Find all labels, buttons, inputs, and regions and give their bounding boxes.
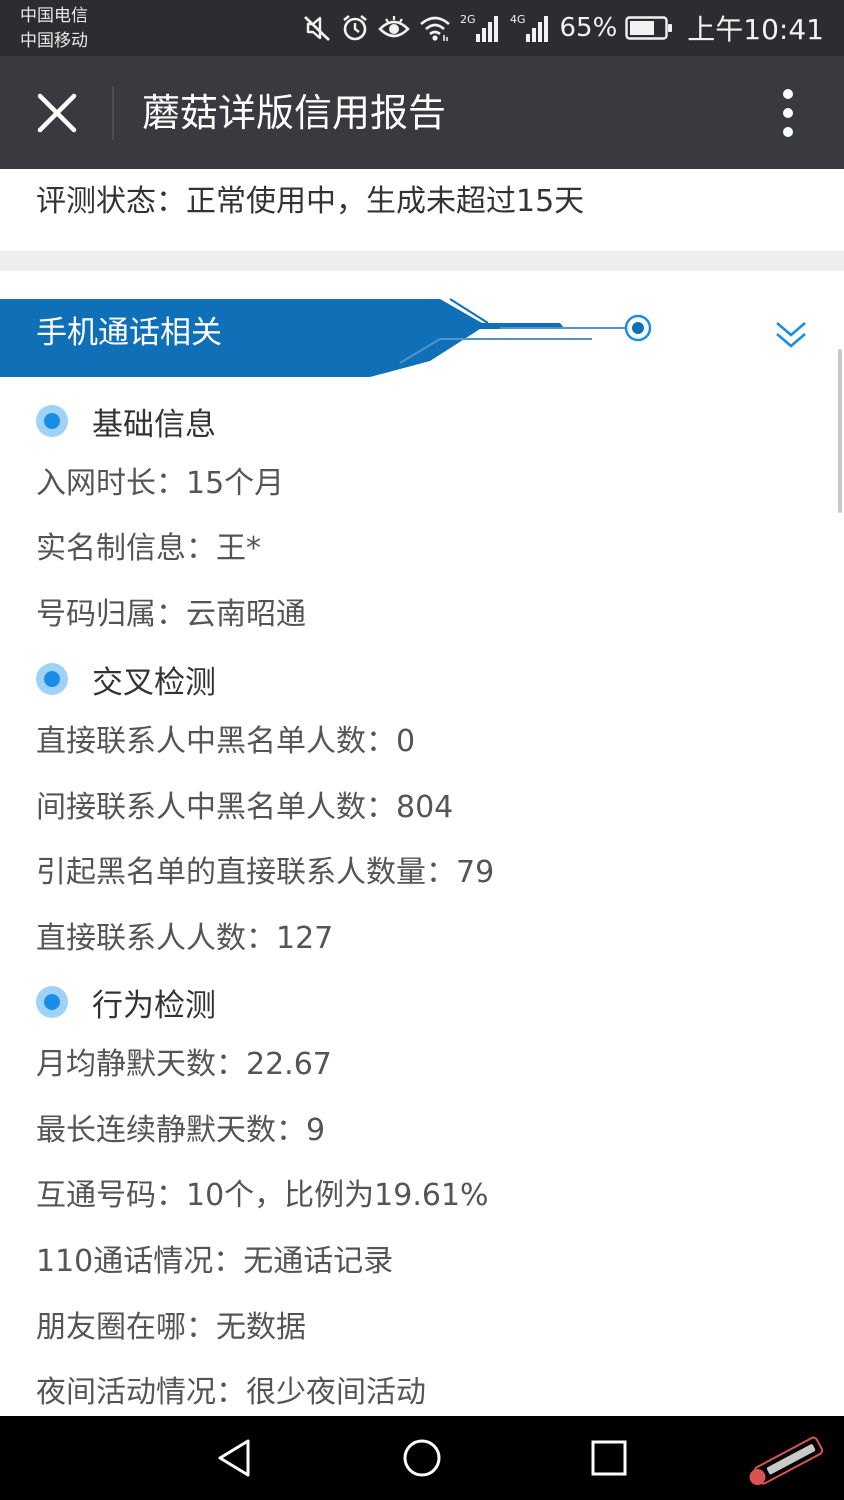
status-icons: 2G 4G 65% 上午10:41 (302, 8, 824, 48)
info-row: 间接联系人中黑名单人数：804 (36, 790, 454, 825)
watermark-logo-icon (740, 1434, 836, 1490)
info-row: 引起黑名单的直接联系人数量：79 (36, 855, 495, 890)
info-row: 实名制信息：王* (36, 531, 261, 566)
group-title: 行为检测 (92, 987, 216, 1024)
title-divider (112, 86, 114, 140)
info-row: 朋友圈在哪：无数据 (36, 1310, 306, 1345)
home-circle-icon (403, 1439, 441, 1477)
info-row: 入网时长：15个月 (36, 466, 285, 501)
battery-percent: 65% (559, 13, 618, 43)
back-triangle-icon (218, 1439, 250, 1477)
back-button[interactable] (194, 1428, 274, 1488)
title-bar: 蘑菇详版信用报告 (0, 56, 844, 169)
info-row: 110通话情况：无通话记录 (36, 1244, 394, 1279)
scrollbar[interactable] (838, 349, 842, 513)
mute-icon (302, 13, 332, 43)
evaluation-status: 评测状态：正常使用中，生成未超过15天 (36, 184, 585, 219)
home-button[interactable] (382, 1428, 462, 1488)
group-title: 基础信息 (92, 406, 216, 443)
wifi-icon (418, 13, 452, 43)
alarm-icon (340, 13, 370, 43)
info-row: 月均静默天数：22.67 (36, 1047, 332, 1082)
group-heading-basic-info: 基础信息 (36, 401, 216, 443)
more-vertical-icon (783, 89, 793, 137)
bullet-dot-icon (36, 986, 68, 1018)
group-heading-cross-check: 交叉检测 (36, 659, 216, 701)
bullet-dot-icon (36, 405, 68, 437)
group-heading-behavior-check: 行为检测 (36, 982, 216, 1024)
report-content[interactable]: 评测状态：正常使用中，生成未超过15天 手机通话相关 基础信息 入网时长：15个… (0, 169, 844, 1416)
group-title: 交叉检测 (92, 664, 216, 701)
network-2g-label: 2G (460, 13, 476, 26)
close-button[interactable] (22, 78, 92, 148)
chevron-down-icon (776, 322, 806, 348)
info-row: 直接联系人中黑名单人数：0 (36, 724, 416, 759)
info-row: 最长连续静默天数：9 (36, 1113, 326, 1148)
status-bar: 中国电信 中国移动 2G 4G 65% 上午10:41 (0, 0, 844, 56)
close-icon (37, 93, 77, 133)
signal-4g-icon: 4G (510, 12, 552, 44)
info-row: 直接联系人人数：127 (36, 921, 334, 956)
signal-2g-icon: 2G (460, 12, 502, 44)
info-row: 夜间活动情况：很少夜间活动 (36, 1375, 426, 1410)
bullet-dot-icon (36, 663, 68, 695)
section-header[interactable]: 手机通话相关 (0, 291, 844, 383)
more-button[interactable] (758, 78, 818, 148)
recent-square-icon (591, 1440, 627, 1476)
clock: 上午10:41 (687, 13, 824, 46)
carrier-2: 中国移动 (20, 31, 88, 51)
navigation-bar (0, 1416, 844, 1500)
section-title: 手机通话相关 (36, 315, 222, 351)
carrier-1: 中国电信 (20, 6, 88, 26)
page-title: 蘑菇详版信用报告 (142, 91, 447, 135)
recent-apps-button[interactable] (569, 1428, 649, 1488)
collapse-toggle[interactable] (766, 313, 816, 357)
battery-icon (625, 15, 673, 41)
network-4g-label: 4G (510, 13, 526, 26)
info-row: 号码归属：云南昭通 (36, 597, 306, 632)
screen: 中国电信 中国移动 2G 4G 65% 上午10:41 蘑菇详版信用报告 评测状… (0, 0, 844, 1500)
section-separator (0, 251, 844, 271)
info-row: 互通号码：10个，比例为19.61% (36, 1178, 489, 1213)
eye-icon (377, 13, 410, 43)
